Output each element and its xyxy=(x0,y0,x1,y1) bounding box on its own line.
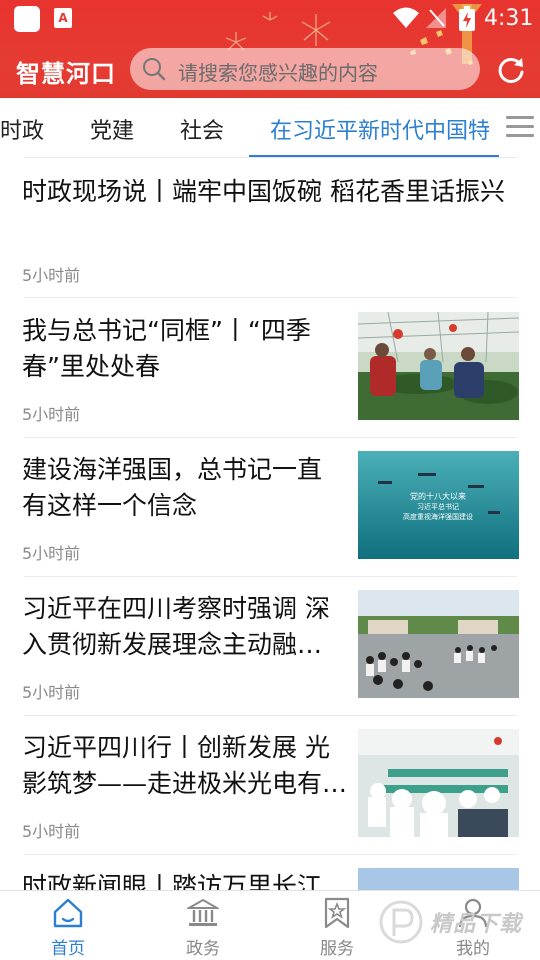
news-time: 5小时前 xyxy=(22,405,81,424)
bookmark-star-icon xyxy=(324,897,350,929)
nav-home-label: 首页 xyxy=(51,939,85,959)
divider xyxy=(24,854,517,855)
news-title: 时政新闻眼丨踏访万里长江 xyxy=(22,872,323,890)
nav-government-label: 政务 xyxy=(186,939,220,959)
nav-service-label: 服务 xyxy=(320,939,354,959)
nav-service[interactable]: 服务 xyxy=(292,891,382,960)
menu-icon xyxy=(506,116,534,119)
home-icon xyxy=(53,898,83,928)
divider xyxy=(24,437,517,438)
government-building-icon xyxy=(187,898,219,926)
news-thumbnail-crowd xyxy=(358,590,519,698)
refresh-icon[interactable] xyxy=(496,55,526,85)
news-time: 5小时前 xyxy=(22,266,81,285)
nav-home[interactable]: 首页 xyxy=(23,891,113,960)
thumb-caption-1: 党的十八大以来 xyxy=(410,491,466,501)
watermark-text: 精品下载 xyxy=(430,912,523,937)
search-input[interactable]: 请搜索您感兴趣的内容 xyxy=(130,48,480,90)
news-title: 习近平在四川考察时强调 深入贯彻新发展理念主动融… xyxy=(22,594,330,659)
divider xyxy=(24,576,517,577)
divider xyxy=(24,297,517,298)
tab-dangjian[interactable]: 党建 xyxy=(90,113,134,145)
divider xyxy=(24,715,517,716)
app-title: 智慧河口 xyxy=(16,60,116,88)
news-thumbnail-ocean: 党的十八大以来 习近平总书记 高度重视海洋强国建设 xyxy=(358,451,519,559)
news-time: 5小时前 xyxy=(22,544,81,563)
category-tabs: 时政 党建 社会 在习近平新时代中国特 xyxy=(0,98,540,158)
battery-charging-icon xyxy=(459,6,475,31)
notification-icon xyxy=(14,6,40,32)
news-title: 时政现场说丨端牢中国饭碗 稻花香里话振兴 xyxy=(22,177,505,206)
news-time: 5小时前 xyxy=(22,683,81,702)
wifi-icon xyxy=(393,7,419,28)
news-title: 建设海洋强国，总书记一直有这样一个信念 xyxy=(22,455,323,520)
clock: 4:31 xyxy=(484,6,534,31)
tab-shehui[interactable]: 社会 xyxy=(180,113,224,145)
tab-menu-button[interactable] xyxy=(500,98,540,156)
news-title: 习近平四川行丨创新发展 光影筑梦——走进极米光电有… xyxy=(22,733,348,798)
thumb-caption-2: 习近平总书记 xyxy=(417,502,459,511)
status-bar: A 4:31 xyxy=(0,0,540,36)
tab-shizheng[interactable]: 时政 xyxy=(0,113,44,145)
news-title: 我与总书记“同框”丨“四季春”里处处春 xyxy=(22,316,311,381)
news-list: 时政现场说丨端牢中国饭碗 稻花香里话振兴 5小时前 我与总书记“同框”丨“四季春… xyxy=(0,158,540,890)
news-thumbnail-greenhouse xyxy=(358,312,519,420)
nav-government[interactable]: 政务 xyxy=(158,891,248,960)
news-thumbnail-factory xyxy=(358,729,519,837)
news-time: 5小时前 xyxy=(22,822,81,841)
app-header: A 4:31 智慧河口 请搜索您感兴趣的内容 xyxy=(0,0,540,98)
search-icon xyxy=(143,58,166,81)
signal-icon xyxy=(426,8,446,28)
thumb-caption-3: 高度重视海洋强国建设 xyxy=(403,512,473,521)
app-notification-icon: A xyxy=(54,8,72,28)
search-placeholder: 请搜索您感兴趣的内容 xyxy=(178,61,378,85)
tab-xinshidai[interactable]: 在习近平新时代中国特 xyxy=(270,113,490,145)
news-thumbnail-river xyxy=(358,868,519,890)
